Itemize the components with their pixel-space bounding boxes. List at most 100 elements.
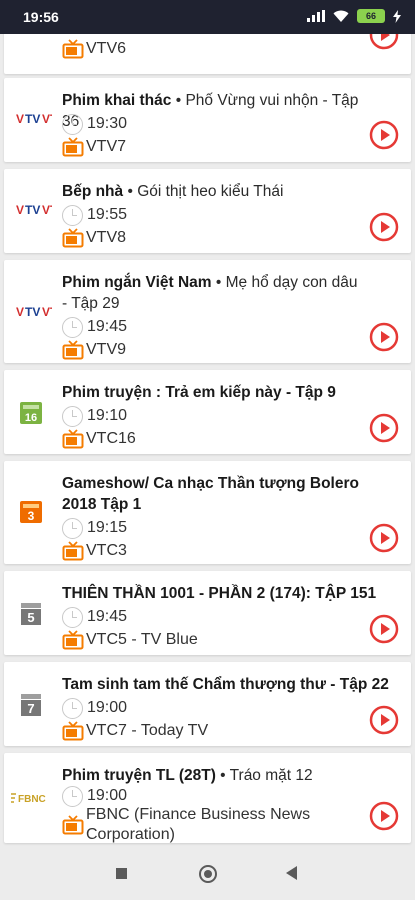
- svg-text:VTV9: VTV9: [42, 305, 52, 319]
- program-card-vtv6[interactable]: VTV6: [4, 34, 411, 74]
- channel-row: VTV6: [62, 38, 126, 60]
- back-button[interactable]: [286, 866, 297, 880]
- air-time: 19:55: [87, 206, 128, 223]
- channel-name: VTC5 - TV Blue: [86, 631, 198, 648]
- tv-icon: [62, 630, 84, 650]
- clock-icon: [62, 785, 83, 807]
- program-card-vtv7[interactable]: V TV VTV7 Phim khai thác • Phố Vừng vui …: [4, 78, 411, 162]
- program-card-vtv8[interactable]: V TV VTV8 Bếp nhà • Gói thịt heo kiểu Th…: [4, 169, 411, 253]
- clock-icon: [62, 316, 83, 338]
- channel-name: VTC7 - Today TV: [86, 722, 209, 739]
- time-row: 19:15: [62, 517, 127, 539]
- channel-name: VTC3: [86, 542, 127, 559]
- channel-row: VTV8: [62, 227, 126, 249]
- program-title: Phim truyện TL (28T) • Tráo mặt 12: [62, 767, 313, 784]
- time-row: 19:30: [62, 113, 127, 135]
- time-row: 19:45: [62, 316, 127, 338]
- play-button[interactable]: [369, 34, 399, 50]
- program-title: Tam sinh tam thế Chẩm thượng thư - Tập 2…: [62, 676, 389, 693]
- play-button[interactable]: [369, 322, 399, 352]
- channel-row: VTC7 - Today TV: [62, 720, 208, 742]
- status-bar: 19:56 66: [0, 0, 415, 34]
- tv-icon: [62, 815, 84, 835]
- time-row: 19:10: [62, 405, 127, 427]
- clock-icon: [62, 517, 83, 539]
- air-time: 19:30: [87, 115, 128, 132]
- home-button[interactable]: [199, 865, 217, 883]
- play-button[interactable]: [369, 523, 399, 553]
- channel-name: FBNC (Finance Business News Corporation): [86, 806, 311, 843]
- tv-icon: [62, 228, 84, 248]
- svg-text:V: V: [16, 112, 24, 126]
- program-card-vtc7[interactable]: 7 Tam sinh tam thế Chẩm thượng thư - Tập…: [4, 662, 411, 746]
- clock-icon: [62, 113, 83, 135]
- air-time: 19:45: [87, 318, 128, 335]
- channel-row: VTV9: [62, 339, 126, 361]
- air-time: 19:10: [87, 407, 128, 424]
- tv-icon: [62, 541, 84, 561]
- svg-text:7: 7: [27, 701, 34, 716]
- channel-row: FBNC (Finance Business News Corporation): [62, 805, 342, 845]
- channel-row: VTV7: [62, 136, 126, 158]
- channel-name: VTV6: [86, 40, 127, 57]
- channel-name: VTV8: [86, 229, 127, 246]
- navigation-bar: [0, 847, 415, 900]
- svg-text:V: V: [16, 305, 24, 319]
- svg-text:TV: TV: [25, 203, 40, 217]
- program-title: Phim truyện : Trả em kiếp này - Tập 9: [62, 384, 336, 401]
- program-card-fbnc[interactable]: FBNC Phim truyện TL (28T) • Tráo mặt 12 …: [4, 753, 411, 843]
- vtc16-logo: 16: [20, 402, 42, 424]
- svg-text:TV: TV: [25, 305, 40, 319]
- program-card-vtc16[interactable]: 16 Phim truyện : Trả em kiếp này - Tập 9…: [4, 370, 411, 454]
- clock-icon: [62, 405, 83, 427]
- program-title: Bếp nhà • Gói thịt heo kiểu Thái: [62, 183, 284, 200]
- channel-row: VTC16: [62, 428, 136, 450]
- svg-text:5: 5: [27, 610, 34, 625]
- play-button[interactable]: [369, 413, 399, 443]
- program-card-vtc5[interactable]: 5 THIÊN THẦN 1001 - PHẦN 2 (174): TẬP 15…: [4, 571, 411, 655]
- air-time: 19:00: [87, 787, 128, 804]
- battery-icon: 66: [357, 9, 385, 23]
- channel-name: VTV9: [86, 341, 127, 358]
- program-title: Phim ngắn Việt Nam • Mẹ hổ dạy con dâu -…: [62, 274, 358, 312]
- tv-icon: [62, 137, 84, 157]
- tv-icon: [62, 721, 84, 741]
- air-time: 19:00: [87, 699, 128, 716]
- svg-text:3: 3: [28, 509, 35, 523]
- tv-icon: [62, 340, 84, 360]
- fbnc-logo: FBNC: [11, 793, 46, 805]
- program-card-vtc3[interactable]: 3 Gameshow/ Ca nhạc Thần tượng Bolero 20…: [4, 461, 411, 564]
- play-button[interactable]: [369, 614, 399, 644]
- play-button[interactable]: [369, 801, 399, 831]
- play-button[interactable]: [369, 212, 399, 242]
- channel-name: VTV7: [86, 138, 127, 155]
- svg-text:VTV8: VTV8: [42, 203, 52, 217]
- recents-button[interactable]: [116, 868, 127, 879]
- svg-text:VTV7: VTV7: [42, 112, 52, 126]
- channel-name: VTC16: [86, 430, 136, 447]
- svg-text:FBNC: FBNC: [18, 794, 46, 805]
- vtc3-logo: 3: [20, 501, 42, 523]
- tv-icon: [62, 39, 84, 59]
- time-row: 19:00: [62, 785, 127, 807]
- svg-text:16: 16: [25, 412, 37, 424]
- status-time: 19:56: [23, 9, 59, 25]
- play-button[interactable]: [369, 120, 399, 150]
- channel-row: VTC3: [62, 540, 127, 562]
- play-button[interactable]: [369, 705, 399, 735]
- vtv9-logo: V TV VTV9: [16, 305, 52, 319]
- svg-text:TV: TV: [25, 112, 40, 126]
- program-card-vtv9[interactable]: V TV VTV9 Phim ngắn Việt Nam • Mẹ hổ dạy…: [4, 260, 411, 363]
- vtc7-logo: 7: [21, 694, 41, 716]
- time-row: 19:00: [62, 697, 127, 719]
- svg-text:V: V: [16, 203, 24, 217]
- vtc5-logo: 5: [21, 603, 41, 625]
- time-row: 19:45: [62, 606, 127, 628]
- program-list[interactable]: VTV6 V TV VTV7 Phim khai thác • Phố Vừng…: [0, 34, 415, 847]
- tv-icon: [62, 429, 84, 449]
- air-time: 19:45: [87, 608, 128, 625]
- charging-icon: [393, 9, 401, 23]
- channel-row: VTC5 - TV Blue: [62, 629, 198, 651]
- status-icons: 66: [307, 9, 401, 23]
- time-row: 19:55: [62, 204, 127, 226]
